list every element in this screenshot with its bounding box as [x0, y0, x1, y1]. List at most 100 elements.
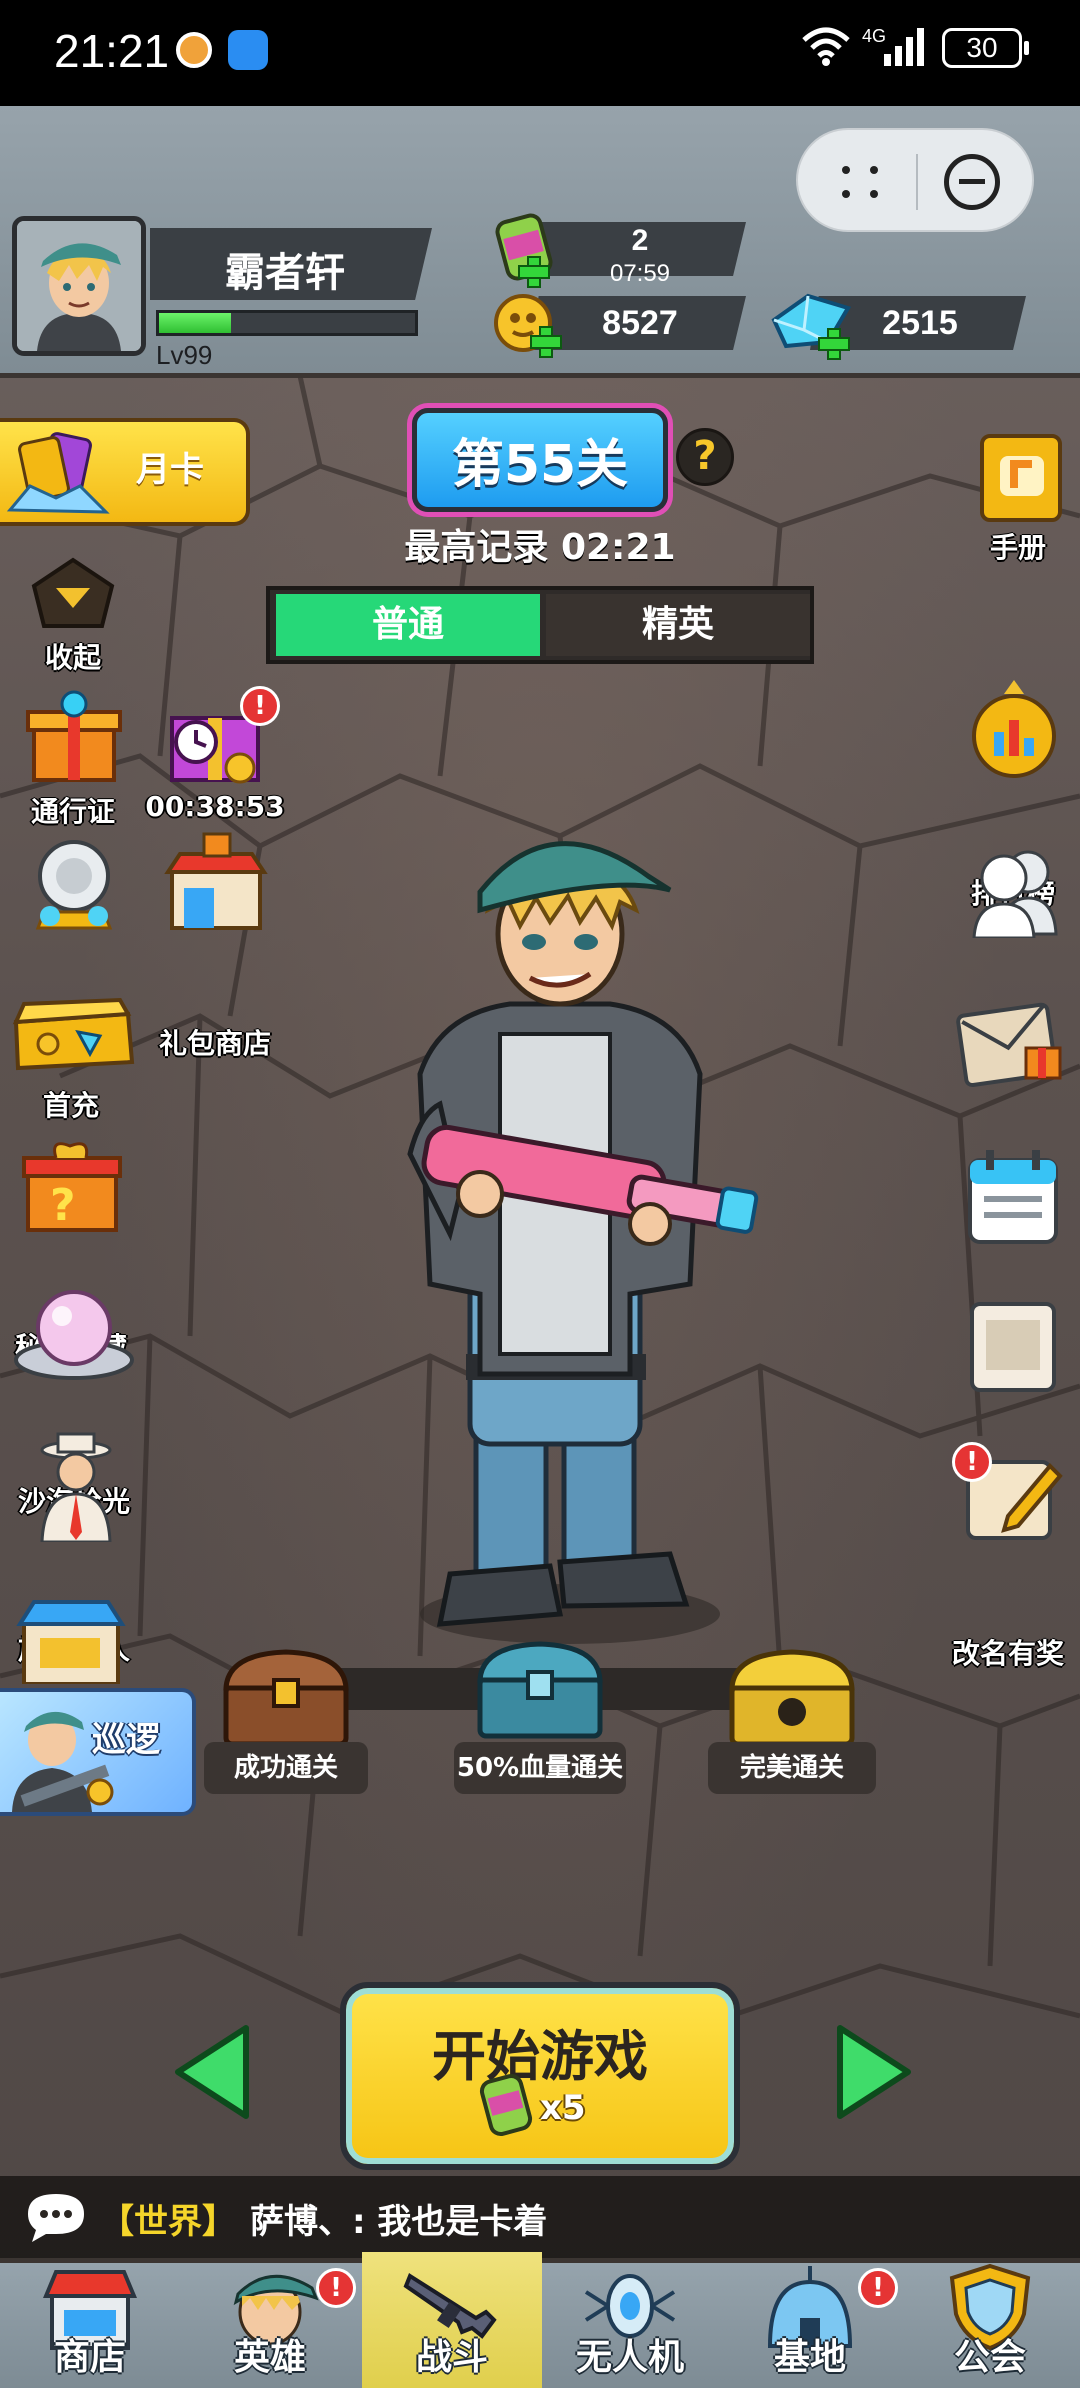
heroes-notify-badge: ! [316, 2268, 356, 2308]
nav-battle[interactable]: 战斗 [362, 2252, 542, 2388]
treasure-chest-icon [12, 997, 135, 1071]
battery-indicator: 30 [942, 28, 1029, 68]
prev-stage-arrow-icon[interactable] [170, 2022, 254, 2122]
mail-button[interactable]: 邮件 [946, 990, 1076, 1216]
codex-icon [970, 1302, 1056, 1392]
mode-tabs: 普通 精英 [266, 586, 814, 664]
energy-value: 2 [631, 224, 649, 257]
xp-bar [156, 310, 418, 336]
rename-reward-button[interactable]: ! 改名有奖 [940, 1442, 1076, 1670]
next-stage-arrow-icon[interactable] [832, 2022, 916, 2122]
nav-guild-label: 公会 [953, 2337, 1026, 2378]
chat-bubble-icon[interactable] [24, 2190, 88, 2244]
signal-icon [884, 28, 924, 66]
xp-bar-fill [159, 313, 231, 333]
stage-help-button[interactable]: ? [676, 428, 734, 486]
energy-timer: 07:59 [609, 260, 671, 287]
collapse-button[interactable]: 收起 [10, 556, 136, 686]
tab-normal[interactable]: 普通 [276, 594, 540, 656]
first-recharge-button[interactable]: 首充 [6, 988, 136, 1122]
player-avatar[interactable] [12, 216, 146, 356]
more-icon[interactable] [838, 160, 882, 204]
gift-box-icon [26, 690, 122, 782]
steel-chest-icon[interactable] [472, 1638, 608, 1742]
events-button[interactable]: 活动 [10, 832, 136, 1060]
month-card-button[interactable] [0, 418, 250, 526]
collapse-arrow-icon [31, 557, 115, 628]
golden-chest-icon[interactable] [724, 1646, 860, 1750]
nav-drone-label: 无人机 [575, 2337, 684, 2378]
wifi-icon [802, 27, 850, 66]
mini-program-capsule [796, 128, 1034, 232]
pearl-icon [14, 1290, 134, 1380]
collapse-label: 收起 [44, 641, 101, 674]
friends-icon [972, 850, 1058, 938]
gold-value: 8527 [602, 304, 678, 342]
patrol-label: 巡逻 [92, 1720, 160, 1760]
codex-button[interactable]: 图鉴 [950, 1290, 1076, 1524]
best-record: 最高记录 02:21 [404, 527, 676, 568]
player-level: Lv99 [156, 340, 213, 370]
status-bar: 21:21 4G 30 [0, 0, 1080, 106]
tasks-button[interactable]: 任务 [950, 1140, 1076, 1374]
add-energy-icon[interactable] [518, 256, 550, 288]
avatar-portrait [17, 221, 141, 351]
tab-elite[interactable]: 精英 [546, 594, 810, 656]
travel-merchant-button[interactable]: 旅行商人 [6, 1432, 142, 1666]
manual-book-icon [980, 434, 1062, 522]
manual-button[interactable]: 手册 [960, 430, 1076, 570]
start-game-cost: x5 [540, 2088, 586, 2128]
chat-channel: 【世界】 [100, 2202, 236, 2242]
player-name: 霸者轩 [225, 250, 345, 296]
shop-stall-icon [16, 1600, 126, 1684]
shop-stall-button[interactable] [10, 1594, 130, 1684]
timed-gift-countdown: 00:38:53 [145, 790, 285, 823]
battle-pass-button[interactable]: 通行证 [10, 686, 136, 836]
rename-notify-badge: ! [952, 1442, 992, 1482]
chest-label-half-hp: 50%血量通关 [454, 1742, 626, 1794]
nav-drone[interactable]: 无人机 [540, 2258, 720, 2388]
app-notification-icon [176, 32, 212, 68]
chest-label-perfect: 完美通关 [708, 1742, 876, 1794]
nav-shop[interactable]: 商店 [0, 2258, 180, 2388]
tasks-calendar-icon [968, 1150, 1058, 1244]
svg-text:?: ? [50, 1180, 76, 1231]
gift-shop-label: 礼包商店 [158, 1027, 271, 1060]
ranking-button[interactable]: 排行榜 [950, 676, 1076, 910]
friends-button[interactable]: 好友 [950, 842, 1076, 1060]
manual-label: 手册 [989, 531, 1046, 564]
sand-sea-button[interactable]: 沙海拾光 [4, 1284, 144, 1518]
nav-battle-label: 战斗 [415, 2337, 488, 2378]
chest-label-clear: 成功通关 [204, 1742, 368, 1794]
start-game-label: 开始游戏 [432, 2025, 648, 2088]
battle-pass-label: 通行证 [30, 795, 115, 828]
satellite-dish-icon [35, 840, 113, 930]
nav-guild[interactable]: 公会 [900, 2258, 1080, 2388]
nav-heroes[interactable]: ! 英雄 [180, 2258, 360, 2388]
mystery-box-icon: ? [22, 1142, 122, 1232]
nav-shop-label: 商店 [53, 2337, 126, 2378]
exit-icon[interactable] [944, 154, 1000, 210]
rename-reward-label: 改名有奖 [951, 1637, 1064, 1670]
timed-gift-button[interactable]: ! 00:38:53 [140, 686, 290, 836]
app-notification-icon-2 [228, 30, 268, 70]
month-card-icon [6, 432, 110, 514]
base-notify-badge: ! [858, 2268, 898, 2308]
nav-heroes-label: 英雄 [233, 2337, 306, 2378]
wooden-chest-icon[interactable] [218, 1646, 354, 1750]
timed-gift-notify-badge: ! [240, 686, 280, 726]
diamond-value: 2515 [882, 304, 958, 342]
capsule-divider [916, 154, 918, 210]
add-gold-icon[interactable] [530, 326, 562, 358]
hero-character[interactable] [380, 814, 760, 1654]
status-time: 21:21 [54, 25, 170, 77]
gift-shop-icon [164, 832, 268, 930]
game-screen: 霸者轩 Lv99 2 07:59 8527 2515 月卡 第55关 ? 最高记 [0, 106, 1080, 2388]
nav-base-label: 基地 [773, 2337, 846, 2378]
gift-shop-button[interactable]: 礼包商店 [140, 832, 290, 1060]
treasure-button[interactable]: ? 秘宝潜藏 [6, 1134, 136, 1364]
nav-base[interactable]: ! 基地 [720, 2258, 900, 2388]
month-card-label: 月卡 [136, 450, 204, 490]
energy-cost-icon [479, 2073, 533, 2137]
first-recharge-label: 首充 [42, 1089, 99, 1122]
